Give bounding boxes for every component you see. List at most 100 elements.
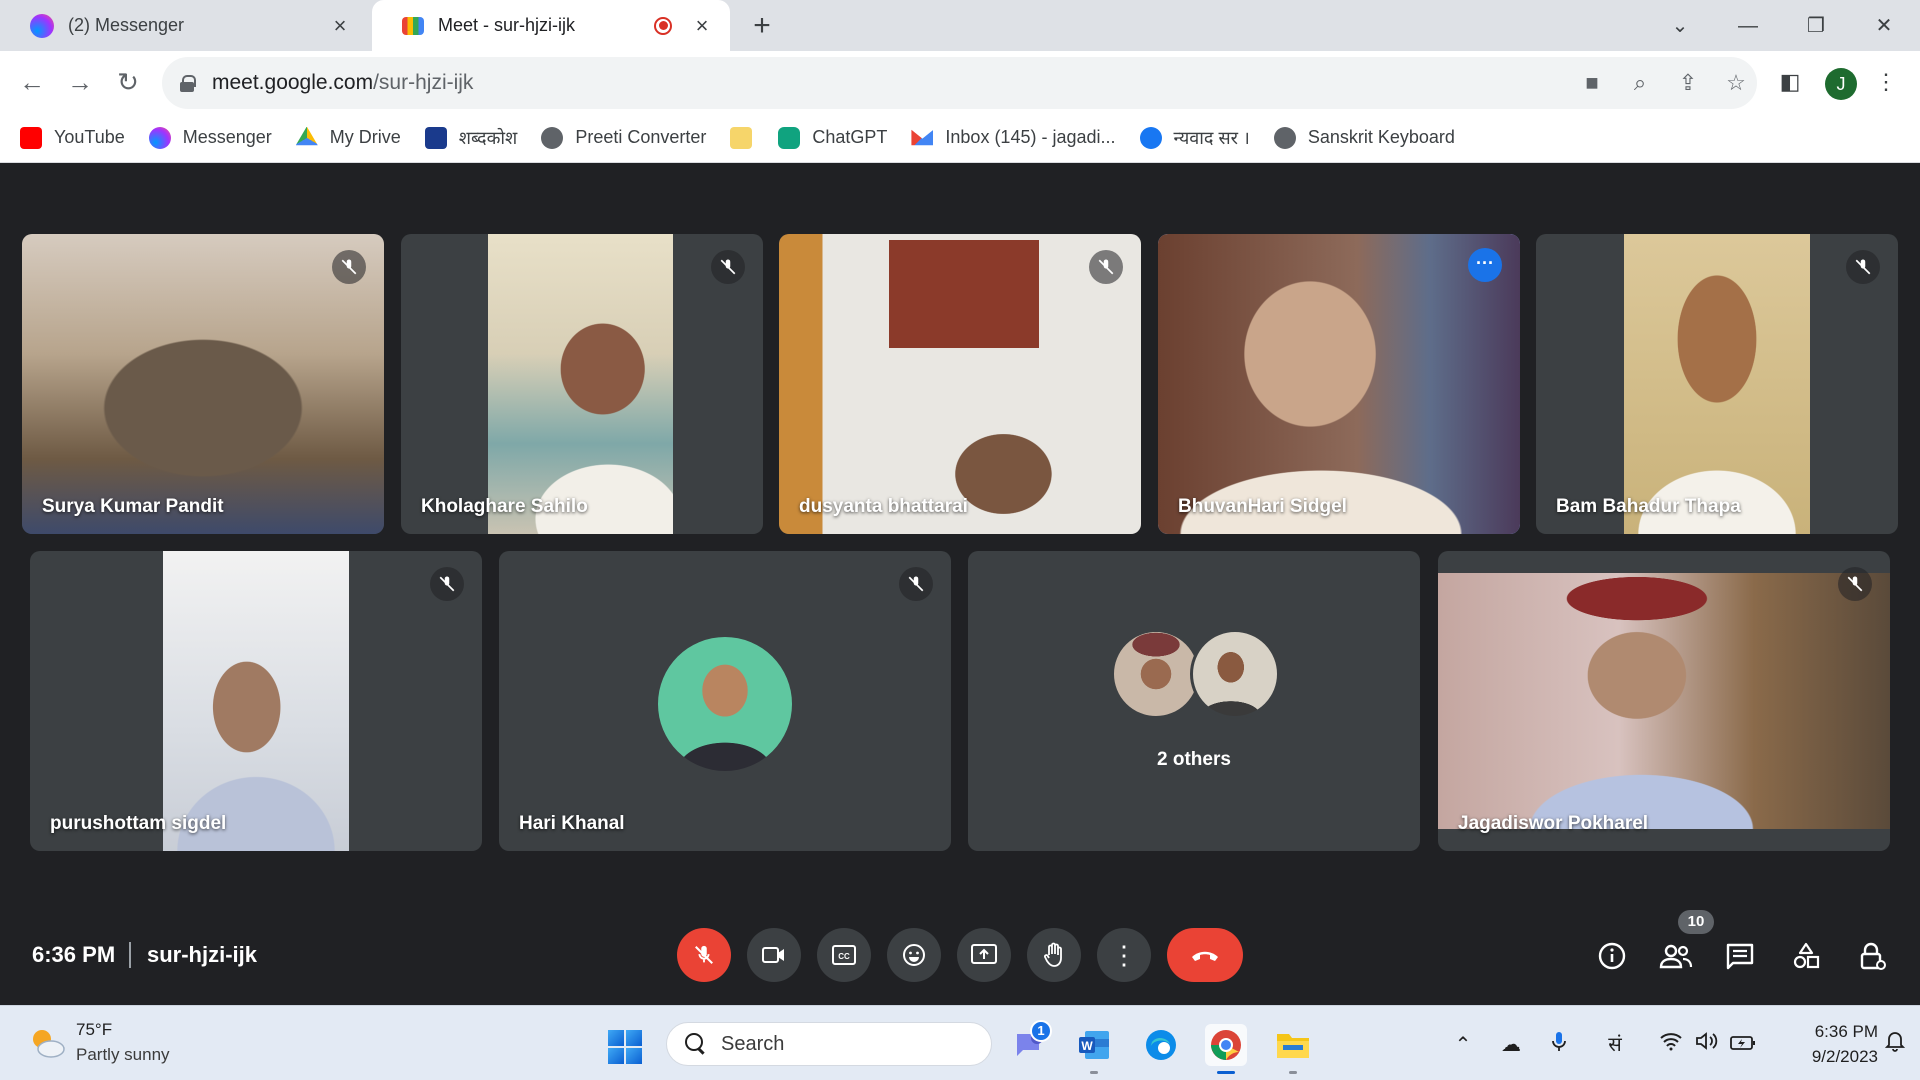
onedrive-cloud-icon[interactable]: ☁ [1496,1030,1526,1060]
participant-name: dusyanta bhattarai [799,496,968,517]
activities-icon[interactable] [1786,936,1826,976]
participant-tile[interactable]: Surya Kumar Pandit [22,234,384,534]
windows-logo-icon [626,1048,642,1064]
more-options-icon[interactable]: ··· [1468,248,1502,282]
meet-stage: Surya Kumar Pandit Kholaghare Sahilo dus… [0,163,1920,1005]
tab-search-chevron-icon[interactable]: ⌄ [1660,8,1700,44]
camera-in-use-icon[interactable]: ■ [1574,65,1610,101]
participant-tile[interactable]: Jagadiswor Pokharel [1438,551,1890,851]
more-vert-icon: ⋮ [1111,940,1137,970]
url-path: /sur-hjzi-ijk [373,71,474,94]
edge-app[interactable] [1140,1024,1182,1066]
profile-avatar[interactable]: J [1825,68,1857,100]
running-indicator [1289,1071,1297,1074]
bookmark-preeti-converter[interactable]: Preeti Converter [541,126,707,149]
bookmarks-bar: YouTube Messenger My Drive शब्दकोश Preet… [0,113,1920,163]
bookmark-chatgpt[interactable]: ChatGPT [778,126,887,149]
participant-video [1438,573,1890,829]
facebook-icon [1139,126,1162,149]
bookmark-messenger[interactable]: Messenger [148,126,272,149]
bookmark-gmail-inbox[interactable]: Inbox (145) - jagadi... [911,127,1116,149]
participant-count-badge: 10 [1678,910,1714,934]
notifications-bell-icon[interactable] [1880,1030,1910,1060]
partly-sunny-icon[interactable] [28,1026,66,1060]
running-indicator [1217,1071,1235,1074]
others-tile[interactable]: 2 others [968,551,1420,851]
more-options-button[interactable]: ⋮ [1097,928,1151,982]
restore-icon[interactable]: ❐ [1796,8,1836,44]
leave-call-button[interactable] [1167,928,1243,982]
participant-tile[interactable]: purushottam sigdel [30,551,482,851]
participant-tile[interactable]: dusyanta bhattarai [779,234,1141,534]
battery-charging-icon[interactable] [1728,1030,1758,1060]
close-tab-icon[interactable]: × [326,13,354,39]
file-explorer-app[interactable] [1272,1024,1314,1074]
start-button[interactable] [608,1030,642,1064]
back-icon[interactable]: ← [14,64,50,100]
taskbar-clock-time[interactable]: 6:36 PM [1790,1022,1878,1042]
bookmark-shabdakosh[interactable]: शब्दकोश [424,126,518,150]
host-controls-icon[interactable] [1852,936,1892,976]
forward-icon[interactable]: → [62,64,98,100]
reactions-button[interactable] [887,928,941,982]
tab-meet[interactable]: Meet - sur-hjzi-ijk × [372,0,730,51]
people-icon[interactable] [1656,936,1696,976]
mic-off-icon [695,945,713,964]
zoom-icon[interactable]: ⌕ [1622,65,1658,101]
present-screen-button[interactable] [957,928,1011,982]
participant-video [779,234,1141,534]
windows-logo-icon [608,1048,624,1064]
participant-tile[interactable]: Kholaghare Sahilo [401,234,763,534]
share-icon[interactable]: ⇪ [1670,65,1706,101]
word-app[interactable]: W [1073,1024,1115,1074]
captions-button[interactable]: CC [817,928,871,982]
taskbar-clock-date[interactable]: 9/2/2023 [1790,1047,1878,1067]
microphone-icon[interactable] [1544,1030,1574,1060]
reload-icon[interactable]: ↻ [110,64,146,100]
bookmark-my-drive[interactable]: My Drive [295,126,401,149]
bookmark-youtube[interactable]: YouTube [20,126,125,149]
recording-icon [654,16,672,35]
svg-text:W: W [1081,1039,1093,1053]
tab-title: Meet - sur-hjzi-ijk [438,15,576,35]
videocam-icon [762,947,784,963]
chrome-icon [1211,1030,1241,1060]
address-bar[interactable]: meet.google.com/sur-hjzi-ijk ■ ⌕ ⇪ ☆ [162,57,1757,109]
emoji-icon [903,944,925,966]
participant-tile[interactable]: Bam Bahadur Thapa [1536,234,1898,534]
messenger-icon [148,126,171,149]
input-language-indicator[interactable]: सं [1600,1030,1630,1060]
close-window-icon[interactable]: ✕ [1864,8,1904,44]
camera-toggle-button[interactable] [747,928,801,982]
weather-condition[interactable]: Partly sunny [76,1045,170,1065]
mic-toggle-button[interactable] [677,928,731,982]
meeting-details-icon[interactable] [1592,936,1632,976]
show-hidden-icons-chevron-icon[interactable]: ⌃ [1448,1030,1478,1060]
participant-tile-speaking[interactable]: ··· BhuvanHari Sidgel [1158,234,1520,534]
chrome-app[interactable] [1205,1024,1247,1074]
weather-temperature[interactable]: 75°F [76,1020,112,1040]
new-tab-icon[interactable]: + [744,8,780,44]
present-icon [971,944,997,964]
minimize-icon[interactable]: — [1728,8,1768,44]
participant-tile[interactable]: Hari Khanal [499,551,951,851]
bookmark-star-icon[interactable]: ☆ [1718,65,1754,101]
chat-icon[interactable] [1720,936,1760,976]
tab-messenger[interactable]: (2) Messenger × [0,0,368,51]
taskbar-search[interactable]: Search [666,1022,992,1066]
volume-icon[interactable] [1692,1030,1722,1060]
bookmark-label: Preeti Converter [575,127,707,147]
chrome-menu-icon[interactable]: ⋮ [1868,64,1904,100]
wifi-icon[interactable] [1656,1030,1686,1060]
bookmark-facebook[interactable]: न्यवाद सर । [1139,126,1250,150]
participant-name: purushottam sigdel [50,813,227,834]
bookmark-label: शब्दकोश [458,127,518,148]
side-panel-icon[interactable]: ◧ [1772,64,1808,100]
bookmark-sanskrit-keyboard[interactable]: Sanskrit Keyboard [1273,126,1455,149]
close-tab-icon[interactable]: × [688,13,716,39]
participant-video [488,234,673,534]
bookmark-folder[interactable] [730,126,754,149]
raise-hand-button[interactable] [1027,928,1081,982]
participant-name: Surya Kumar Pandit [42,496,224,517]
url-text[interactable]: meet.google.com/sur-hjzi-ijk [212,71,473,95]
